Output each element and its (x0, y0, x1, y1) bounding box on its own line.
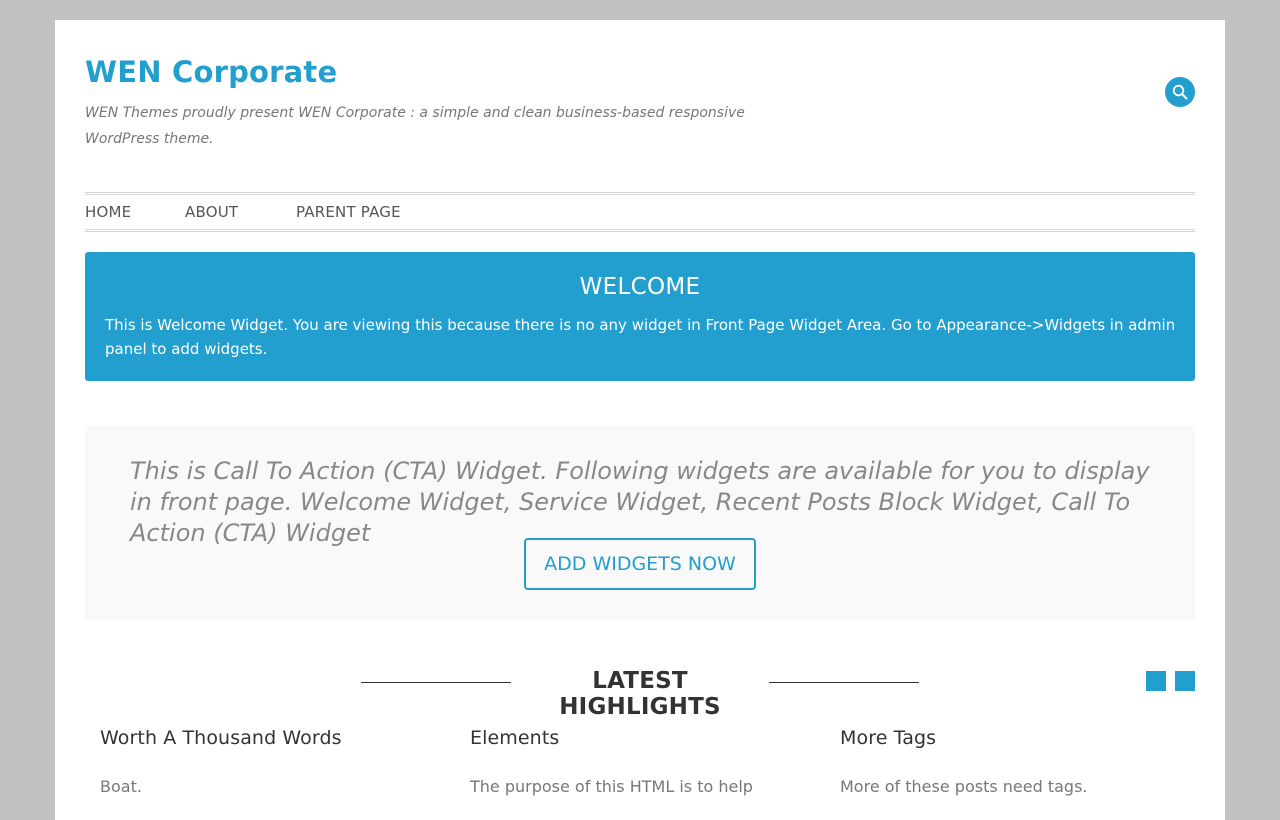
heading-divider-right (769, 682, 919, 683)
post-excerpt: Boat. (100, 777, 142, 796)
post-card: Elements The purpose of this HTML is to … (470, 727, 810, 799)
site-tagline: WEN Themes proudly present WEN Corporate… (85, 105, 745, 147)
page-container: WEN Corporate WEN Themes proudly present… (55, 20, 1225, 820)
heading-divider-left (361, 682, 511, 683)
post-excerpt: The purpose of this HTML is to help (470, 777, 753, 796)
post-excerpt: More of these posts need tags. (840, 777, 1088, 796)
post-title[interactable]: Worth A Thousand Words (100, 727, 440, 749)
site-title[interactable]: WEN Corporate (85, 55, 337, 89)
post-card: Worth A Thousand Words Boat. (100, 727, 440, 799)
search-icon (1172, 84, 1188, 100)
post-card: More Tags More of these posts need tags. (840, 727, 1180, 799)
post-title[interactable]: Elements (470, 727, 810, 749)
add-widgets-button[interactable]: ADD WIDGETS NOW (524, 538, 756, 590)
nav-item-parent-page[interactable]: PARENT PAGE (296, 203, 401, 221)
welcome-title: WELCOME (579, 274, 701, 300)
welcome-text: This is Welcome Widget. You are viewing … (105, 316, 1176, 358)
welcome-widget: WELCOME This is Welcome Widget. You are … (85, 252, 1195, 381)
carousel-next-button[interactable] (1175, 671, 1195, 691)
carousel-prev-button[interactable] (1146, 671, 1166, 691)
cta-widget: This is Call To Action (CTA) Widget. Fol… (85, 426, 1195, 620)
cta-text: This is Call To Action (CTA) Widget. Fol… (130, 457, 1150, 547)
post-title[interactable]: More Tags (840, 727, 1180, 749)
nav-item-about[interactable]: ABOUT (185, 203, 238, 221)
search-button[interactable] (1165, 77, 1195, 107)
highlights-title: LATEST HIGHLIGHTS (559, 668, 721, 720)
nav-item-home[interactable]: HOME (85, 203, 131, 221)
main-navigation: HOME ABOUT PARENT PAGE (85, 192, 1195, 232)
